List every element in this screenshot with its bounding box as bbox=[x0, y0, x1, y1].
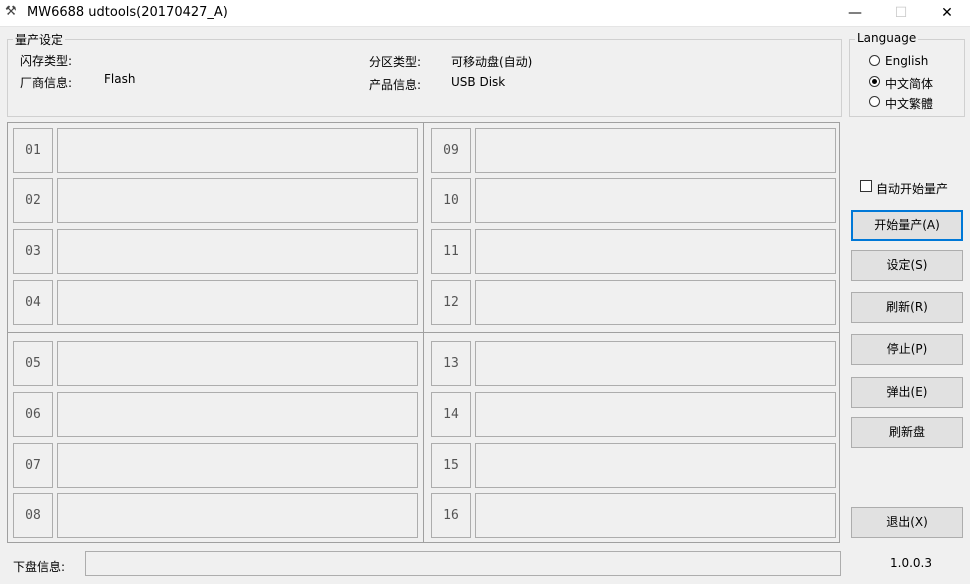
language-label-english: English bbox=[885, 54, 929, 68]
status-field bbox=[85, 551, 841, 576]
slot-number: 08 bbox=[13, 493, 53, 538]
maximize-button: ☐ bbox=[894, 5, 908, 21]
settings-legend: 量产设定 bbox=[13, 31, 66, 48]
slot-number: 01 bbox=[13, 128, 53, 173]
auto-start-label: 自动开始量产 bbox=[876, 182, 949, 196]
status-label: 下盘信息: bbox=[13, 560, 66, 574]
slot-status-box bbox=[57, 443, 418, 488]
slot-number: 13 bbox=[431, 341, 471, 386]
close-button[interactable]: ✕ bbox=[924, 0, 970, 26]
stop-button[interactable]: 停止(P) bbox=[851, 334, 963, 365]
slot-status-box bbox=[475, 443, 836, 488]
product-label: 产品信息: bbox=[369, 78, 422, 92]
slot-status-box bbox=[57, 341, 418, 386]
slot-number: 16 bbox=[431, 493, 471, 538]
slot-status-box bbox=[475, 128, 836, 173]
language-label-simplified: 中文简体 bbox=[885, 77, 934, 91]
eject-button[interactable]: 弹出(E) bbox=[851, 377, 963, 408]
slot-number: 09 bbox=[431, 128, 471, 173]
language-label-traditional: 中文繁體 bbox=[885, 97, 934, 111]
title-bar: ⚒ MW6688 udtools(20170427_A) — ☐ ✕ bbox=[0, 0, 970, 27]
slot-number: 10 bbox=[431, 178, 471, 223]
start-production-button[interactable]: 开始量产(A) bbox=[851, 210, 963, 241]
refresh-disk-button[interactable]: 刷新盘 bbox=[851, 417, 963, 448]
language-legend: Language bbox=[855, 31, 919, 45]
slot-status-box bbox=[57, 128, 418, 173]
window-title: MW6688 udtools(20170427_A) bbox=[27, 5, 228, 20]
slot-status-box bbox=[475, 493, 836, 538]
slot-status-box bbox=[475, 280, 836, 325]
slot-number: 14 bbox=[431, 392, 471, 437]
product-value: USB Disk bbox=[451, 75, 506, 89]
exit-button[interactable]: 退出(X) bbox=[851, 507, 963, 538]
slot-number: 12 bbox=[431, 280, 471, 325]
auto-start-checkbox[interactable] bbox=[860, 180, 872, 192]
slot-number: 03 bbox=[13, 229, 53, 274]
slot-status-box bbox=[57, 493, 418, 538]
slot-number: 04 bbox=[13, 280, 53, 325]
slot-status-box bbox=[475, 392, 836, 437]
radio-simplified-chinese[interactable] bbox=[869, 76, 880, 87]
slot-number: 02 bbox=[13, 178, 53, 223]
slot-number: 07 bbox=[13, 443, 53, 488]
refresh-button[interactable]: 刷新(R) bbox=[851, 292, 963, 323]
settings-button[interactable]: 设定(S) bbox=[851, 250, 963, 281]
grid-horizontal-divider bbox=[7, 332, 840, 333]
partition-value: 可移动盘(自动) bbox=[451, 55, 533, 69]
radio-english[interactable] bbox=[869, 55, 880, 66]
slot-number: 15 bbox=[431, 443, 471, 488]
flash-type-label: 闪存类型: bbox=[20, 54, 73, 68]
version-label: 1.0.0.3 bbox=[890, 556, 932, 570]
tools-icon: ⚒ bbox=[5, 4, 17, 19]
slot-status-box bbox=[57, 178, 418, 223]
slot-number: 06 bbox=[13, 392, 53, 437]
slot-status-box bbox=[475, 229, 836, 274]
partition-label: 分区类型: bbox=[369, 55, 422, 69]
slot-status-box bbox=[475, 178, 836, 223]
radio-traditional-chinese[interactable] bbox=[869, 96, 880, 107]
slot-status-box bbox=[475, 341, 836, 386]
slot-status-box bbox=[57, 229, 418, 274]
vendor-label: 厂商信息: bbox=[20, 76, 73, 90]
vendor-value: Flash bbox=[104, 72, 136, 86]
slot-status-box bbox=[57, 280, 418, 325]
minimize-button[interactable]: — bbox=[832, 0, 878, 26]
slot-number: 11 bbox=[431, 229, 471, 274]
slot-number: 05 bbox=[13, 341, 53, 386]
slot-status-box bbox=[57, 392, 418, 437]
